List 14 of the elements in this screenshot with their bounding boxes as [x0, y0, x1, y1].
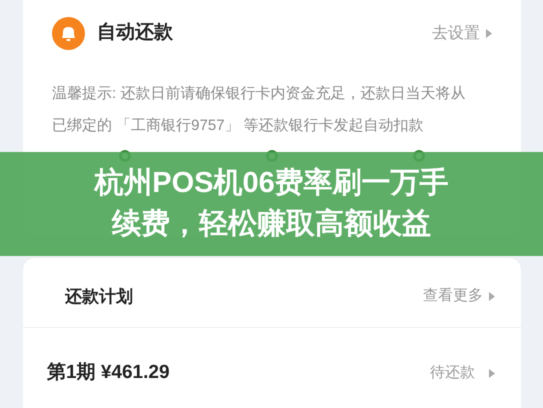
- caret-icon: [486, 29, 492, 38]
- caret-icon: [489, 368, 495, 378]
- bell-icon: [52, 17, 85, 50]
- caret-icon: [489, 292, 495, 301]
- section-title: 自动还款: [97, 21, 173, 46]
- installment-amount: 第1期 ¥461.29: [47, 360, 170, 385]
- section-title: 还款计划: [65, 286, 133, 308]
- status-link[interactable]: 待还款: [430, 362, 495, 384]
- banner-headline: 续费，轻松赚取高额收益: [112, 206, 431, 242]
- banner-headline: 杭州POS机06费率刷一万手: [94, 166, 449, 201]
- tip-text: 温馨提示: 还款日前请确保银行卡内资金充足，还款日当天将从: [52, 84, 466, 104]
- view-more-link[interactable]: 查看更多: [423, 285, 495, 308]
- settings-link[interactable]: 去设置: [432, 22, 492, 46]
- tip-text: 已绑定的 「工商银行9757」 等还款银行卡发起自动扣款: [52, 116, 425, 136]
